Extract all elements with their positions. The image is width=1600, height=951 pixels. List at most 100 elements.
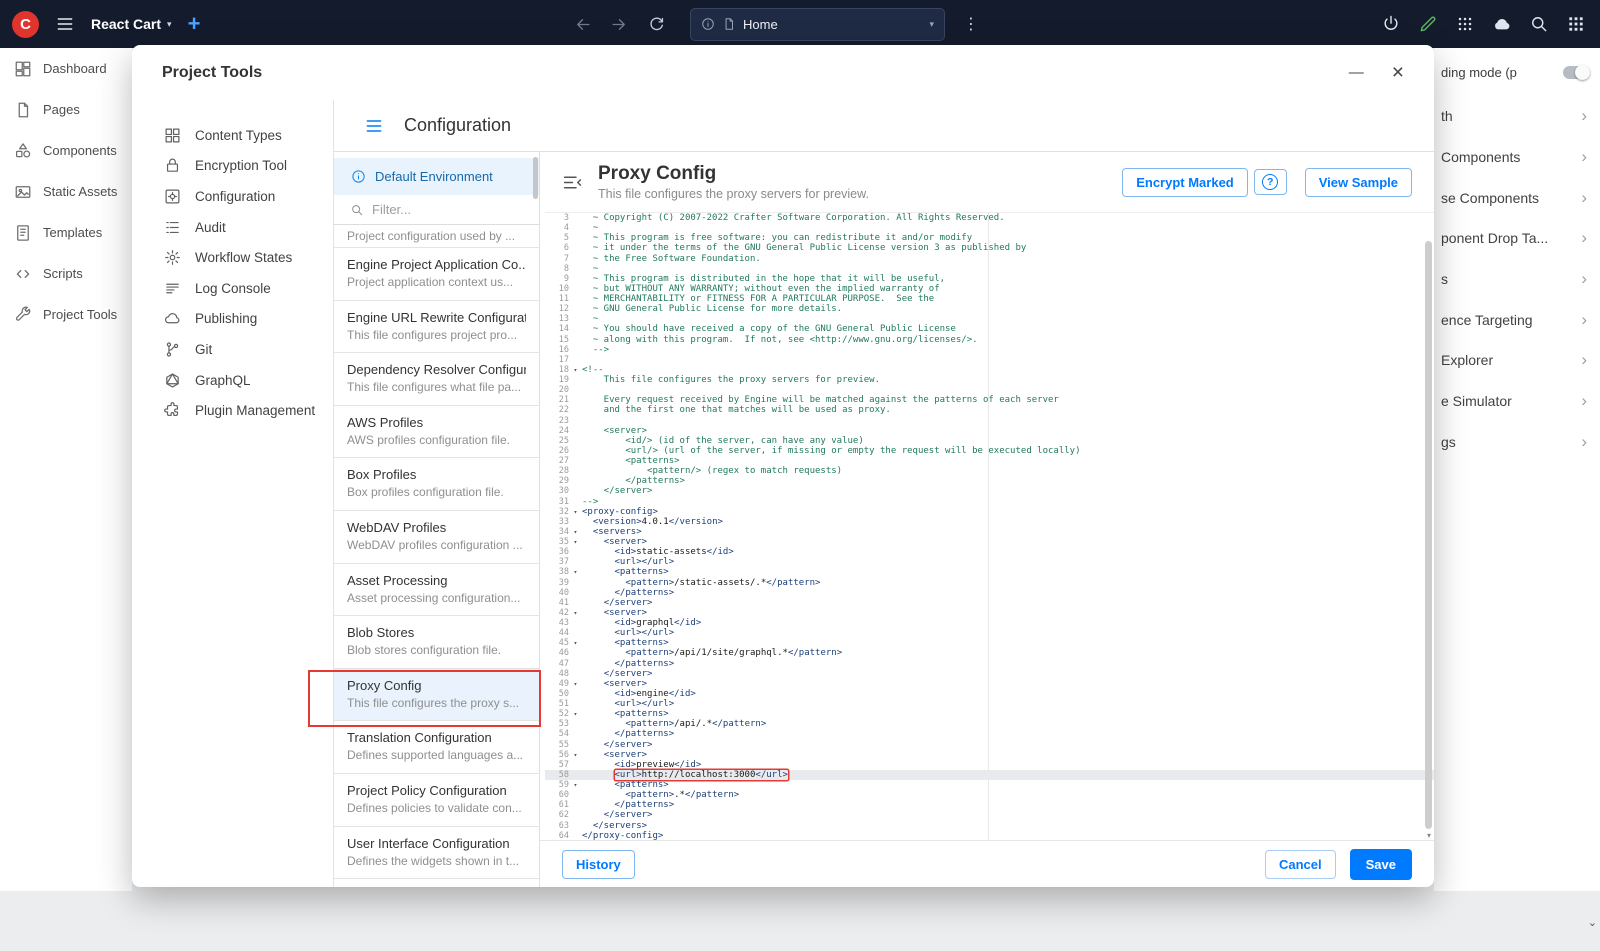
fold-marker-icon[interactable]: ▾ bbox=[569, 750, 582, 760]
fold-marker-icon[interactable]: ▾ bbox=[569, 679, 582, 689]
list-scrollbar-thumb[interactable] bbox=[533, 157, 538, 199]
code-line-7: 7 ~ the Free Software Foundation. bbox=[545, 254, 1434, 264]
config-file-item-webdav-profiles[interactable]: WebDAV Profiles WebDAV profiles configur… bbox=[334, 511, 539, 564]
address-bar[interactable]: Home ▾ bbox=[690, 8, 945, 41]
collapse-panel-icon[interactable] bbox=[562, 172, 583, 193]
config-file-item-box-profiles[interactable]: Box Profiles Box profiles configuration … bbox=[334, 458, 539, 511]
fold-gutter bbox=[569, 335, 582, 345]
sidebar-item-pages[interactable]: Pages bbox=[0, 89, 132, 130]
editor-scrollbar-thumb[interactable] bbox=[1425, 241, 1432, 829]
encrypt-marked-button[interactable]: Encrypt Marked bbox=[1122, 168, 1248, 197]
config-file-item-project-policy-configuration[interactable]: Project Policy Configuration Defines pol… bbox=[334, 774, 539, 827]
code-line-3: 3 ~ Copyright (C) 2007-2022 Crafter Soft… bbox=[545, 213, 1434, 223]
tools-nav-item-plugin-management[interactable]: Plugin Management bbox=[132, 395, 333, 426]
forward-arrow-icon[interactable] bbox=[610, 15, 629, 34]
editor-scroll-down-icon[interactable]: ▾ bbox=[1427, 831, 1431, 840]
search-icon[interactable] bbox=[1529, 14, 1549, 34]
sidebar-item-components[interactable]: Components bbox=[0, 130, 132, 171]
code-line-29: 29 </patterns> bbox=[545, 476, 1434, 486]
sidebar-item-static-assets[interactable]: Static Assets bbox=[0, 171, 132, 212]
fold-marker-icon[interactable]: ▾ bbox=[569, 780, 582, 790]
fold-marker-icon[interactable]: ▾ bbox=[569, 365, 582, 375]
config-file-item-engine-project-application-co[interactable]: Engine Project Application Co... Project… bbox=[334, 248, 539, 301]
new-content-button[interactable]: + bbox=[188, 13, 201, 35]
tools-nav-item-git[interactable]: Git bbox=[132, 334, 333, 365]
mini-grid-icon[interactable] bbox=[1455, 14, 1475, 34]
config-file-desc: This file configures project pro... bbox=[347, 328, 526, 342]
code-line-28: 28 <pattern/> (regex to match requests) bbox=[545, 466, 1434, 476]
tools-nav-item-configuration[interactable]: Configuration bbox=[132, 181, 333, 212]
config-file-item-asset-processing[interactable]: Asset Processing Asset processing config… bbox=[334, 564, 539, 617]
cancel-button[interactable]: Cancel bbox=[1265, 850, 1336, 879]
config-file-title: Dependency Resolver Configur... bbox=[347, 362, 526, 377]
configuration-header: Configuration bbox=[334, 100, 1434, 152]
code-editor[interactable]: 3 ~ Copyright (C) 2007-2022 Crafter Soft… bbox=[545, 212, 1434, 840]
config-file-item-translation-configuration[interactable]: Translation Configuration Defines suppor… bbox=[334, 721, 539, 774]
config-file-item-user-interface-configuration[interactable]: User Interface Configuration Defines the… bbox=[334, 827, 539, 880]
tools-nav-item-content-types[interactable]: Content Types bbox=[132, 120, 333, 151]
global-menu-icon[interactable] bbox=[55, 14, 75, 34]
preview-panel-item[interactable]: e Simulator› bbox=[1434, 381, 1600, 422]
tools-nav-item-graphql[interactable]: GraphQL bbox=[132, 365, 333, 396]
line-number: 30 bbox=[545, 486, 569, 496]
project-selector[interactable]: React Cart ▾ bbox=[91, 16, 172, 32]
sidebar-item-templates[interactable]: Templates bbox=[0, 212, 132, 253]
page-scroll-down-icon[interactable]: ⌄ bbox=[1588, 916, 1597, 929]
fold-gutter bbox=[569, 831, 582, 840]
fold-marker-icon[interactable]: ▾ bbox=[569, 638, 582, 648]
tools-nav-item-log-console[interactable]: Log Console bbox=[132, 273, 333, 304]
tools-nav-item-workflow-states[interactable]: Workflow States bbox=[132, 242, 333, 273]
tools-nav-item-publishing[interactable]: Publishing bbox=[132, 304, 333, 335]
environment-banner[interactable]: Default Environment bbox=[334, 158, 539, 195]
help-button[interactable]: ? bbox=[1254, 169, 1287, 195]
apps-grid-icon[interactable] bbox=[1566, 14, 1586, 34]
sidebar-item-scripts[interactable]: Scripts bbox=[0, 253, 132, 294]
graphql-icon bbox=[164, 372, 181, 389]
filter-input[interactable] bbox=[372, 202, 522, 217]
view-sample-button[interactable]: View Sample bbox=[1305, 168, 1412, 197]
power-icon[interactable] bbox=[1381, 14, 1401, 34]
preview-panel-item[interactable]: th› bbox=[1434, 96, 1600, 137]
preview-panel-item[interactable]: s› bbox=[1434, 259, 1600, 300]
config-file-item-dependency-resolver-configur[interactable]: Dependency Resolver Configur... This fil… bbox=[334, 353, 539, 406]
config-file-desc: AWS profiles configuration file. bbox=[347, 433, 526, 447]
config-menu-icon[interactable] bbox=[364, 116, 384, 136]
fold-marker-icon[interactable]: ▾ bbox=[569, 608, 582, 618]
config-file-item-engine-url-rewrite-configurat[interactable]: Engine URL Rewrite Configurat... This fi… bbox=[334, 301, 539, 354]
config-file-item-proxy-config[interactable]: Proxy Config This file configures the pr… bbox=[334, 669, 539, 722]
minimize-button[interactable]: — bbox=[1349, 64, 1364, 81]
address-caret-down-icon[interactable]: ▾ bbox=[929, 19, 934, 30]
crafter-logo[interactable]: C bbox=[12, 11, 39, 38]
config-file-item-partial[interactable]: Project configuration used by ... bbox=[334, 225, 539, 248]
preview-panel-item-label: se Components bbox=[1441, 190, 1581, 206]
fold-marker-icon[interactable]: ▾ bbox=[569, 527, 582, 537]
preview-panel-item[interactable]: Components› bbox=[1434, 137, 1600, 178]
kebab-menu-icon[interactable]: ⋮ bbox=[963, 14, 979, 34]
reload-icon[interactable] bbox=[647, 15, 666, 34]
preview-panel-item[interactable]: ponent Drop Ta...› bbox=[1434, 218, 1600, 259]
tools-nav-item-audit[interactable]: Audit bbox=[132, 212, 333, 243]
sidebar-item-project-tools[interactable]: Project Tools bbox=[0, 294, 132, 335]
preview-panel-item[interactable]: gs› bbox=[1434, 422, 1600, 463]
config-file-item-blob-stores[interactable]: Blob Stores Blob stores configuration fi… bbox=[334, 616, 539, 669]
fold-marker-icon[interactable]: ▾ bbox=[569, 567, 582, 577]
sidebar-item-dashboard[interactable]: Dashboard bbox=[0, 48, 132, 89]
history-button[interactable]: History bbox=[562, 850, 635, 879]
fold-marker-icon[interactable]: ▾ bbox=[569, 709, 582, 719]
publish-cloud-icon[interactable] bbox=[1492, 14, 1512, 34]
config-file-item-aws-profiles[interactable]: AWS Profiles AWS profiles configuration … bbox=[334, 406, 539, 459]
fold-marker-icon[interactable]: ▾ bbox=[569, 507, 582, 517]
code-line-9: 9 ~ This program is distributed in the h… bbox=[545, 274, 1434, 284]
preview-panel-item[interactable]: ence Targeting› bbox=[1434, 299, 1600, 340]
chevron-right-icon: › bbox=[1581, 228, 1587, 248]
tools-nav-item-encryption-tool[interactable]: Encryption Tool bbox=[132, 151, 333, 182]
code-line-5: 5 ~ This program is free software: you c… bbox=[545, 233, 1434, 243]
fold-marker-icon[interactable]: ▾ bbox=[569, 537, 582, 547]
preview-panel-item[interactable]: se Components› bbox=[1434, 177, 1600, 218]
preview-panel-item[interactable]: Explorer› bbox=[1434, 340, 1600, 381]
back-arrow-icon[interactable] bbox=[573, 15, 592, 34]
edit-pencil-icon[interactable] bbox=[1418, 14, 1438, 34]
close-button[interactable]: × bbox=[1392, 61, 1404, 85]
save-button[interactable]: Save bbox=[1350, 849, 1412, 880]
editing-mode-toggle[interactable] bbox=[1563, 66, 1590, 79]
